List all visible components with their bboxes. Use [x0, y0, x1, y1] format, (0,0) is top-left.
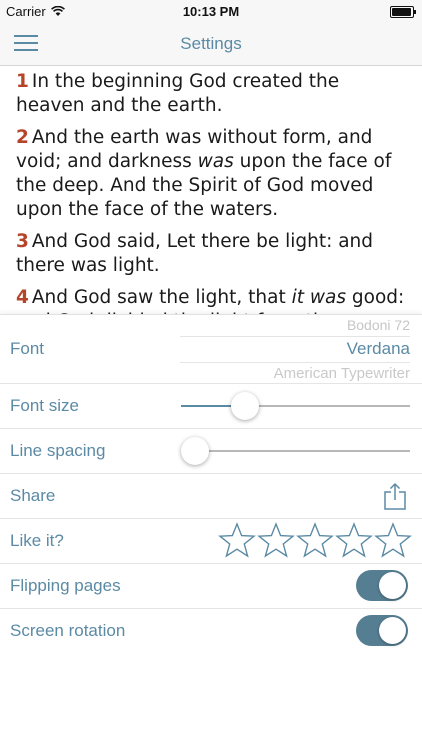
star-icon[interactable]: [374, 522, 412, 558]
share-row: Share: [0, 473, 422, 519]
line-spacing-slider[interactable]: [181, 437, 410, 465]
status-time: 10:13 PM: [182, 4, 240, 19]
share-icon[interactable]: [382, 482, 408, 510]
slider-thumb[interactable]: [181, 437, 209, 465]
reader-text: 1 In the beginning God created the heaven…: [0, 66, 422, 314]
verse-text: And the earth was without form, and void…: [16, 127, 392, 220]
font-size-slider[interactable]: [181, 392, 410, 420]
font-option-below[interactable]: American Typewriter: [274, 365, 410, 382]
settings-panel: Font Bodoni 72 Verdana American Typewrit…: [0, 314, 422, 751]
screen-rotation-label: Screen rotation: [10, 621, 126, 640]
font-row: Font Bodoni 72 Verdana American Typewrit…: [0, 315, 422, 384]
screen-rotation-toggle[interactable]: [356, 615, 408, 646]
font-label: Font: [10, 339, 45, 358]
verse-text: And God said, Let there be light: and th…: [16, 231, 374, 276]
toggle-knob: [379, 572, 406, 599]
flipping-pages-row: Flipping pages: [0, 563, 422, 609]
font-size-row: Font size: [0, 383, 422, 429]
status-bar: Carrier 10:13 PM: [0, 0, 422, 22]
screen-rotation-row: Screen rotation: [0, 608, 422, 653]
toggle-knob: [379, 617, 406, 644]
slider-thumb[interactable]: [231, 392, 260, 420]
picker-divider: [180, 336, 410, 337]
star-icon[interactable]: [335, 522, 373, 558]
nav-bar: Settings: [0, 22, 422, 66]
verse-text: In the beginning God created the heaven …: [16, 71, 340, 116]
verse-number: 2: [16, 127, 29, 148]
star-icon[interactable]: [218, 522, 256, 558]
verse-number: 3: [16, 231, 29, 252]
page-title: Settings: [180, 34, 242, 53]
font-picker[interactable]: Bodoni 72 Verdana American Typewriter: [180, 315, 410, 383]
verse-number: 1: [16, 71, 29, 92]
star-icon[interactable]: [296, 522, 334, 558]
verse-4: 4 And God saw the light, that it was good…: [16, 286, 408, 314]
star-icon[interactable]: [257, 522, 295, 558]
verse-number: 4: [16, 287, 29, 308]
verse-1: 1 In the beginning God created the heaven…: [16, 70, 408, 118]
line-spacing-row: Line spacing: [0, 428, 422, 474]
font-option-selected[interactable]: Verdana: [347, 339, 410, 359]
flipping-pages-label: Flipping pages: [10, 576, 121, 595]
battery-icon: [390, 6, 416, 18]
verse-text: And God saw the light, that it was good:…: [16, 287, 405, 314]
like-label: Like it?: [10, 531, 64, 550]
rating-stars[interactable]: [217, 522, 412, 558]
share-label: Share: [10, 486, 56, 505]
verse-2: 2 And the earth was without form, and voi…: [16, 126, 408, 222]
verse-3: 3 And God said, Let there be light: and t…: [16, 230, 408, 278]
flipping-pages-toggle[interactable]: [356, 570, 408, 601]
line-spacing-label: Line spacing: [10, 441, 106, 460]
like-row: Like it?: [0, 518, 422, 564]
font-size-label: Font size: [10, 396, 79, 415]
picker-divider: [180, 362, 410, 363]
font-option-above[interactable]: Bodoni 72: [347, 317, 410, 333]
